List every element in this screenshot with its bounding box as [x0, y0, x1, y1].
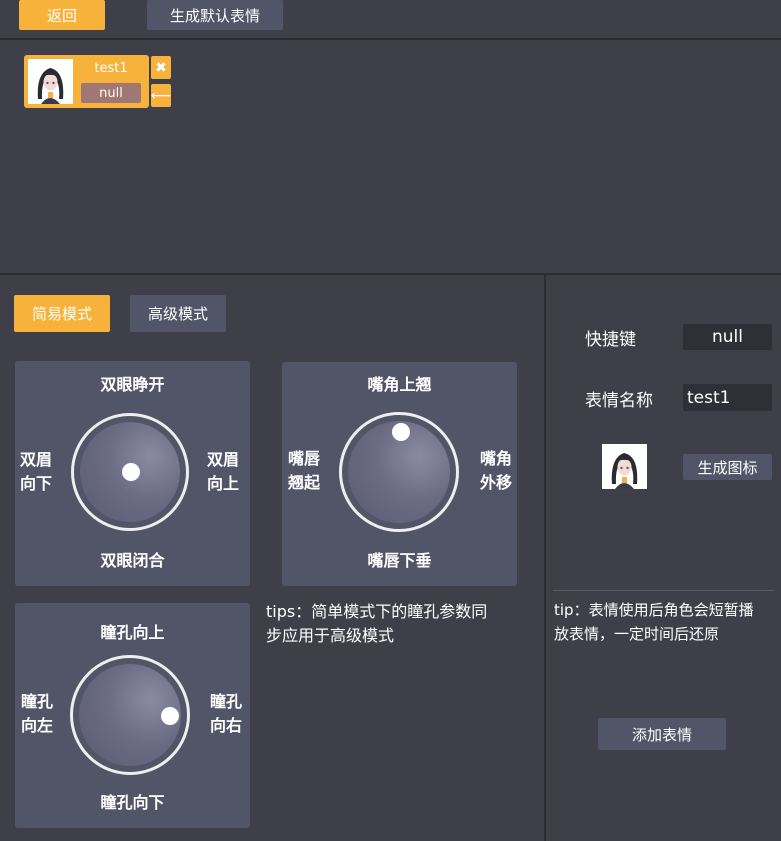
add-expression-button[interactable]: 添加表情 [598, 718, 726, 750]
mouth-widen-label: 嘴角 外移 [479, 449, 512, 492]
apply-expression-button[interactable]: ⟵ [151, 84, 171, 107]
tab-advanced-mode[interactable]: 高级模式 [130, 295, 226, 332]
hotkey-field[interactable]: null [683, 324, 772, 350]
eyes-joystick-panel: 双眼睁开 双眼闭合 双眉 向下 双眉 向上 [15, 361, 250, 586]
pupil-left-label: 瞳孔 向左 [20, 692, 53, 735]
eyes-joystick-handle[interactable] [122, 463, 140, 481]
expression-name-label: 表情名称 [585, 391, 653, 411]
generate-default-expression-button[interactable]: 生成默认表情 [147, 0, 283, 30]
generate-icon-button[interactable]: 生成图标 [683, 454, 772, 480]
settings-divider [544, 275, 546, 841]
pupil-right-label: 瞳孔 向右 [209, 692, 242, 735]
delete-expression-button[interactable]: ✖ [151, 56, 171, 79]
back-button[interactable]: 返回 [19, 0, 105, 30]
expression-usage-tip: tip：表情使用后角色会短暂播 放表情，一定时间后还原 [554, 601, 754, 643]
expression-card-name: test1 [94, 61, 128, 76]
expression-card[interactable]: test1 null [24, 55, 149, 108]
settings-tip-divider [553, 590, 774, 591]
section-divider [0, 273, 781, 275]
mouth-joystick-handle[interactable] [392, 423, 410, 441]
arrow-left-icon: ⟵ [150, 87, 172, 104]
expression-icon-preview [602, 444, 647, 489]
pupil-joystick-panel: 瞳孔向上 瞳孔向下 瞳孔 向左 瞳孔 向右 [15, 603, 250, 828]
pupil-down-label: 瞳孔向下 [100, 793, 165, 812]
character-avatar-icon [602, 444, 647, 489]
brows-up-label: 双眉 向上 [206, 450, 239, 493]
lips-droop-label: 嘴唇下垂 [367, 551, 432, 570]
close-icon: ✖ [155, 59, 167, 76]
simple-mode-tip: tips：简单模式下的瞳孔参数同 步应用于高级模式 [266, 602, 488, 645]
character-avatar-icon [28, 59, 73, 104]
pupil-up-label: 瞳孔向上 [100, 623, 165, 642]
pupil-joystick-handle[interactable] [161, 707, 179, 725]
expression-card-hotkey: null [81, 83, 141, 103]
mouth-joystick-panel: 嘴角上翘 嘴唇下垂 嘴唇 翘起 嘴角 外移 [282, 362, 517, 586]
lips-pout-label: 嘴唇 翘起 [287, 449, 320, 492]
mouth-corners-up-label: 嘴角上翘 [367, 375, 432, 394]
hotkey-label: 快捷键 [585, 330, 636, 350]
toolbar-divider [0, 38, 781, 40]
eyes-open-label: 双眼睁开 [100, 375, 165, 394]
tab-simple-mode[interactable]: 简易模式 [14, 295, 110, 332]
expression-thumbnail [28, 59, 73, 104]
brows-down-label: 双眉 向下 [19, 450, 52, 493]
expression-name-input[interactable]: test1 [683, 384, 772, 411]
eyes-close-label: 双眼闭合 [100, 551, 165, 570]
